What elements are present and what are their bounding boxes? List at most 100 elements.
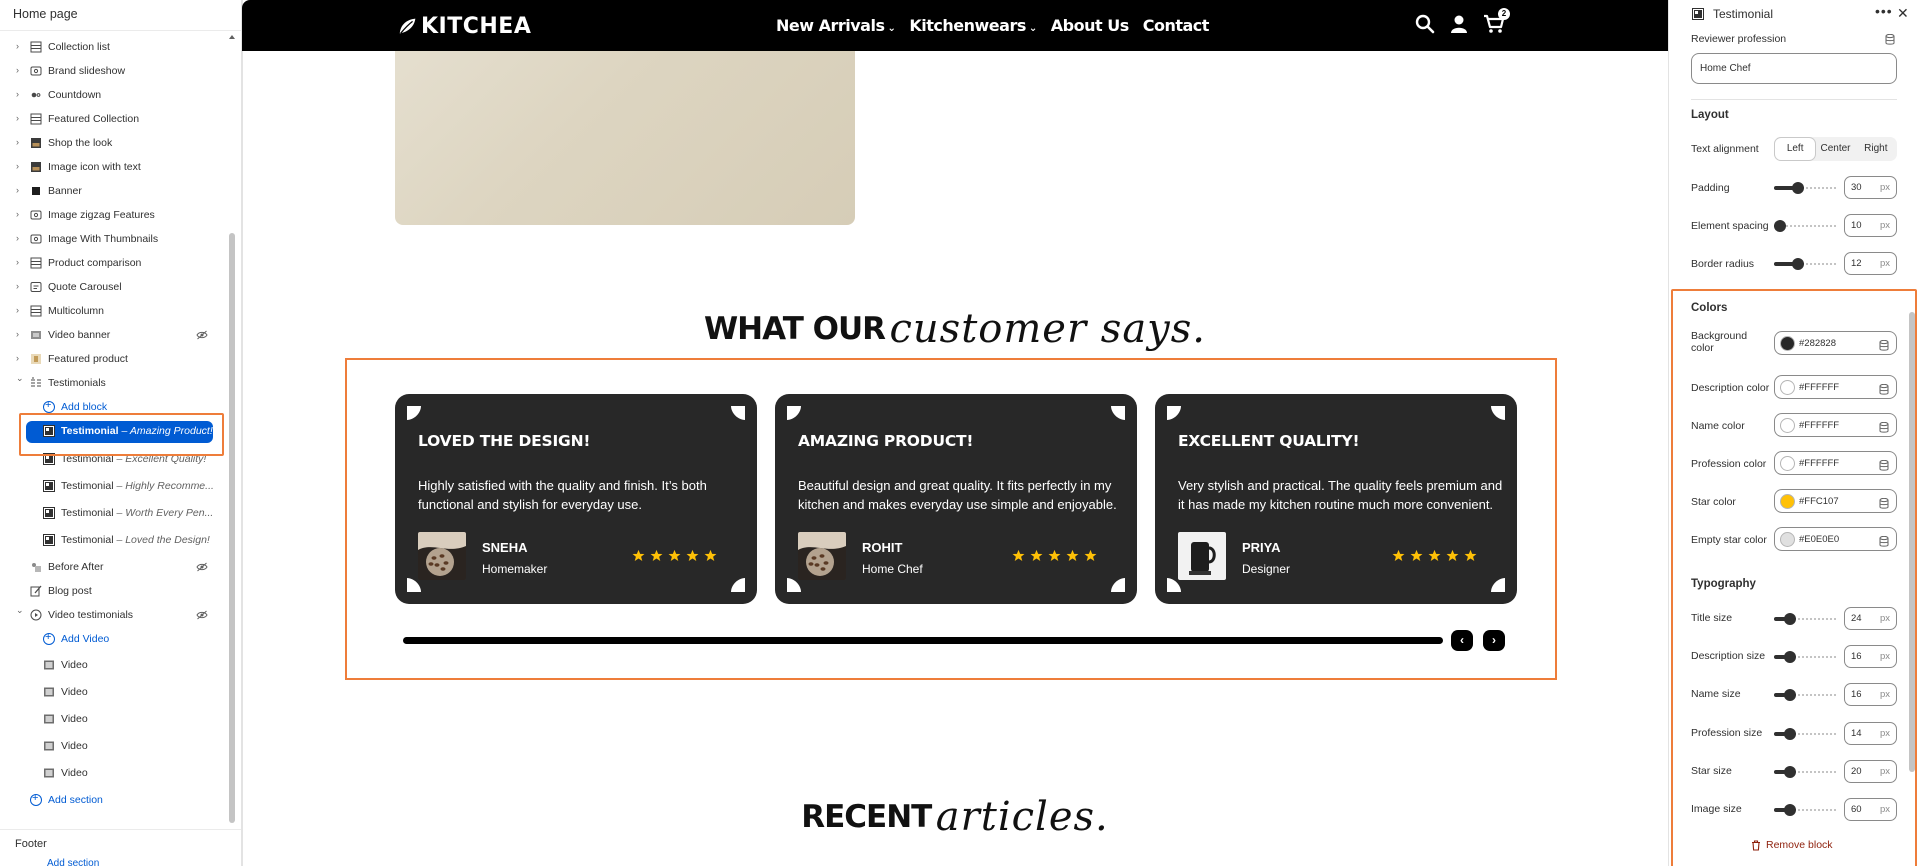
typography-slider[interactable] [1774, 613, 1838, 625]
section-item[interactable]: › Video banner [0, 323, 232, 347]
video-block-item[interactable]: Video [0, 734, 232, 761]
color-swatch[interactable] [1780, 418, 1795, 433]
dynamic-source-icon[interactable] [1879, 338, 1889, 351]
dynamic-source-icon[interactable] [1879, 382, 1889, 395]
color-picker-field[interactable]: #FFFFFF [1774, 375, 1897, 399]
slider-knob[interactable] [1784, 804, 1796, 816]
search-icon[interactable] [1415, 14, 1435, 34]
dynamic-source-icon[interactable] [1879, 420, 1889, 433]
section-item[interactable]: › Image With Thumbnails [0, 227, 232, 251]
panel-scrollbar[interactable] [1909, 290, 1916, 850]
scrollbar-thumb[interactable] [1909, 312, 1915, 772]
color-picker-field[interactable]: #FFC107 [1774, 489, 1897, 513]
chevron-right-icon[interactable]: › [16, 354, 25, 363]
element-spacing-input[interactable]: 10 px [1844, 214, 1897, 237]
section-item[interactable]: › Featured Collection [0, 107, 232, 131]
video-block-item[interactable]: Video [0, 761, 232, 788]
chevron-right-icon[interactable]: › [16, 210, 25, 219]
typography-size-input[interactable]: 14 px [1844, 722, 1897, 745]
nav-link[interactable]: About Us [1051, 16, 1129, 35]
footer-add-section-link[interactable]: Add section [47, 858, 99, 866]
color-picker-field[interactable]: #FFFFFF [1774, 413, 1897, 437]
testimonial-block-item[interactable]: Testimonial – Loved the Design! [0, 528, 232, 555]
color-swatch[interactable] [1780, 336, 1795, 351]
typography-size-input[interactable]: 20 px [1844, 760, 1897, 783]
element-spacing-slider[interactable] [1774, 220, 1838, 232]
typography-slider[interactable] [1774, 766, 1838, 778]
alignment-option-right[interactable]: Right [1856, 138, 1896, 160]
dynamic-source-icon[interactable] [1879, 496, 1889, 509]
section-item[interactable]: › Brand slideshow [0, 59, 232, 83]
video-block-item[interactable]: Video [0, 680, 232, 707]
typography-slider[interactable] [1774, 689, 1838, 701]
color-picker-field[interactable]: #FFFFFF [1774, 451, 1897, 475]
alignment-option-left[interactable]: Left [1775, 138, 1816, 160]
chevron-right-icon[interactable]: › [16, 162, 25, 171]
chevron-right-icon[interactable]: › [16, 66, 25, 75]
nav-link[interactable]: Contact [1143, 16, 1210, 35]
testimonial-card[interactable]: EXCELLENT QUALITY! Very stylish and pract… [1155, 394, 1517, 604]
add-section-button[interactable]: Add section [0, 788, 232, 812]
dynamic-source-icon[interactable] [1885, 34, 1895, 45]
more-options-icon[interactable]: ••• [1875, 3, 1893, 19]
remove-block-button[interactable]: Remove block [1751, 839, 1833, 851]
hidden-eye-icon[interactable] [196, 330, 208, 340]
color-swatch[interactable] [1780, 456, 1795, 471]
slider-knob[interactable] [1784, 689, 1796, 701]
color-picker-field[interactable]: #E0E0E0 [1774, 527, 1897, 551]
color-picker-field[interactable]: #282828 [1774, 331, 1897, 355]
section-item[interactable]: Before After [0, 555, 232, 579]
chevron-right-icon[interactable]: › [16, 306, 25, 315]
section-item-video-testimonials[interactable]: ⌄ Video testimonials [0, 603, 232, 627]
section-item-testimonials[interactable]: ⌄ Testimonials [0, 371, 232, 395]
alignment-option-center[interactable]: Center [1815, 138, 1855, 160]
reviewer-profession-input[interactable]: Home Chef [1691, 53, 1897, 84]
testimonial-card[interactable]: LOVED THE DESIGN! Highly satisfied with t… [395, 394, 757, 604]
color-swatch[interactable] [1780, 532, 1795, 547]
typography-size-input[interactable]: 24 px [1844, 607, 1897, 630]
border-radius-slider[interactable] [1774, 258, 1838, 270]
typography-size-input[interactable]: 16 px [1844, 683, 1897, 706]
section-item[interactable]: › Shop the look [0, 131, 232, 155]
section-item[interactable]: › Multicolumn [0, 299, 232, 323]
section-item[interactable]: › Countdown [0, 83, 232, 107]
chevron-right-icon[interactable]: › [16, 330, 25, 339]
section-item[interactable]: › Collection list [0, 35, 232, 59]
hidden-eye-icon[interactable] [196, 562, 208, 572]
chevron-down-icon[interactable]: ⌄ [16, 606, 25, 615]
account-icon[interactable] [1449, 14, 1469, 34]
sidebar-scrollbar[interactable] [228, 35, 236, 861]
testimonial-card[interactable]: AMAZING PRODUCT! Beautiful design and gre… [775, 394, 1137, 604]
nav-link[interactable]: New Arrivals ⌄ [776, 16, 896, 35]
hidden-eye-icon[interactable] [196, 610, 208, 620]
typography-size-input[interactable]: 16 px [1844, 645, 1897, 668]
border-radius-input[interactable]: 12 px [1844, 252, 1897, 275]
add-video-button[interactable]: Add Video [0, 627, 232, 653]
nav-link[interactable]: Kitchenwears ⌄ [909, 16, 1037, 35]
typography-slider[interactable] [1774, 728, 1838, 740]
chevron-right-icon[interactable]: › [16, 90, 25, 99]
slider-knob[interactable] [1784, 613, 1796, 625]
store-logo[interactable]: KITCHEA [397, 14, 531, 39]
carousel-progress-bar[interactable] [403, 637, 1443, 644]
padding-input[interactable]: 30 px [1844, 176, 1897, 199]
slider-knob[interactable] [1784, 766, 1796, 778]
chevron-right-icon[interactable]: › [16, 282, 25, 291]
section-item[interactable]: › Quote Carousel [0, 275, 232, 299]
section-item[interactable]: › Product comparison [0, 251, 232, 275]
chevron-right-icon[interactable]: › [16, 138, 25, 147]
chevron-right-icon[interactable]: › [16, 114, 25, 123]
chevron-right-icon[interactable]: › [16, 234, 25, 243]
chevron-right-icon[interactable]: › [16, 42, 25, 51]
slider-knob[interactable] [1784, 651, 1796, 663]
typography-slider[interactable] [1774, 804, 1838, 816]
section-item[interactable]: Blog post [0, 579, 232, 603]
section-item[interactable]: › Image icon with text [0, 155, 232, 179]
section-item[interactable]: › Featured product [0, 347, 232, 371]
section-item[interactable]: › Banner [0, 179, 232, 203]
slider-knob[interactable] [1784, 728, 1796, 740]
close-icon[interactable]: ✕ [1897, 5, 1909, 22]
typography-slider[interactable] [1774, 651, 1838, 663]
testimonial-block-item[interactable]: Testimonial – Highly Recomme... [0, 474, 232, 501]
chevron-down-icon[interactable]: ⌄ [16, 374, 25, 383]
